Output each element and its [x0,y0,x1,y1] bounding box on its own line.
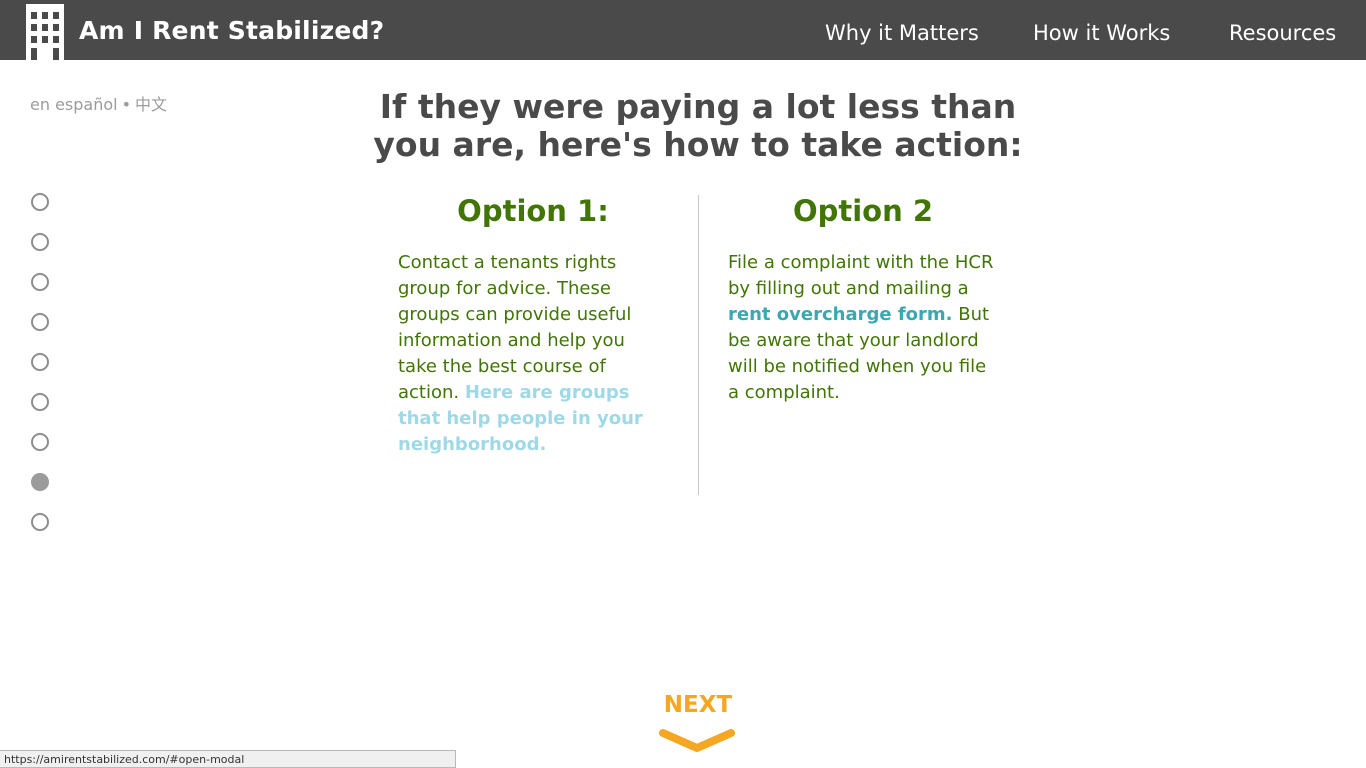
step-dot-5[interactable] [31,353,49,371]
step-dot-8-active[interactable] [31,473,49,491]
browser-status-bar: https://amirentstabilized.com/#open-moda… [0,750,456,768]
page-heading: If they were paying a lot less than you … [0,88,1366,164]
options-divider [698,195,699,495]
option-2-description-start: File a complaint with the HCR by filling… [728,252,994,299]
building-icon[interactable] [26,4,64,60]
heading-line-1: If they were paying a lot less than [379,87,1017,126]
step-dot-3[interactable] [31,273,49,291]
nav-resources[interactable]: Resources [1229,21,1336,45]
option-1-text: Contact a tenants rights group for advic… [398,250,660,458]
step-dot-2[interactable] [31,233,49,251]
next-button[interactable]: NEXT [658,692,738,718]
option-2-text: File a complaint with the HCR by filling… [728,250,998,406]
step-dot-7[interactable] [31,433,49,451]
nav-how-it-works[interactable]: How it Works [1033,21,1170,45]
option-1-title: Option 1: [457,194,609,228]
site-title[interactable]: Am I Rent Stabilized? [79,16,384,45]
option-1-description: Contact a tenants rights group for advic… [398,252,632,403]
heading-line-2: you are, here's how to take action: [373,125,1023,164]
step-dot-1[interactable] [31,193,49,211]
rent-overcharge-form-link[interactable]: rent overcharge form. [728,304,953,325]
step-dot-6[interactable] [31,393,49,411]
option-2-title: Option 2 [792,194,934,228]
step-dot-4[interactable] [31,313,49,331]
step-dot-9[interactable] [31,513,49,531]
chevron-down-icon[interactable] [659,728,735,754]
nav-why-it-matters[interactable]: Why it Matters [825,21,979,45]
site-header: Am I Rent Stabilized? Why it Matters How… [0,0,1366,60]
